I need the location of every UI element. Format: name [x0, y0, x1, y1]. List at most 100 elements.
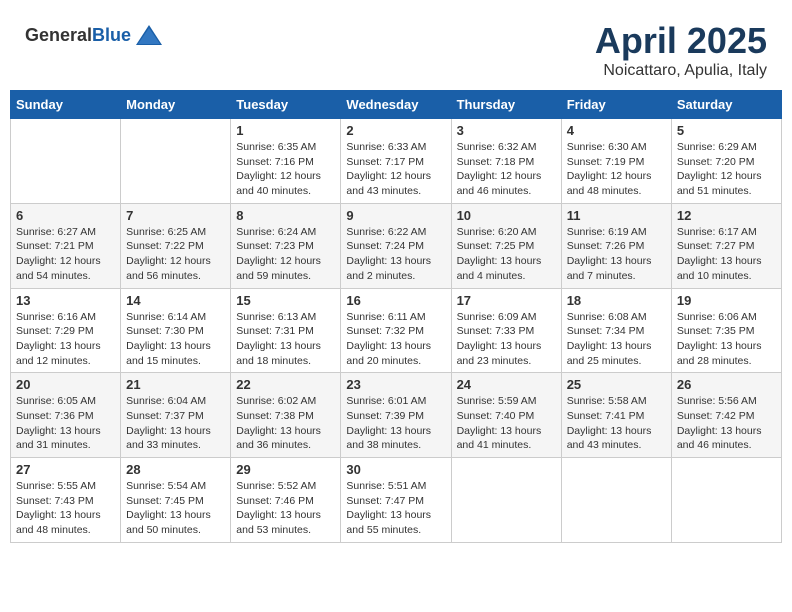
calendar-cell: 3 Sunrise: 6:32 AM Sunset: 7:18 PM Daylig… — [451, 119, 561, 204]
week-row-2: 6 Sunrise: 6:27 AM Sunset: 7:21 PM Daylig… — [11, 203, 782, 288]
day-number: 23 — [346, 377, 445, 392]
calendar-cell: 29 Sunrise: 5:52 AM Sunset: 7:46 PM Dayli… — [231, 458, 341, 543]
logo-icon — [134, 20, 164, 50]
day-number: 24 — [457, 377, 556, 392]
calendar-cell: 5 Sunrise: 6:29 AM Sunset: 7:20 PM Daylig… — [671, 119, 781, 204]
calendar-cell: 7 Sunrise: 6:25 AM Sunset: 7:22 PM Daylig… — [121, 203, 231, 288]
cell-info: Sunrise: 6:04 AM Sunset: 7:37 PM Dayligh… — [126, 394, 225, 453]
week-row-4: 20 Sunrise: 6:05 AM Sunset: 7:36 PM Dayli… — [11, 373, 782, 458]
calendar-cell: 1Sunrise: 6:35 AM Sunset: 7:16 PM Daylig… — [231, 119, 341, 204]
calendar-cell: 23 Sunrise: 6:01 AM Sunset: 7:39 PM Dayli… — [341, 373, 451, 458]
cell-info: Sunrise: 6:35 AM Sunset: 7:16 PM Dayligh… — [236, 140, 335, 199]
cell-info: Sunrise: 5:51 AM Sunset: 7:47 PM Dayligh… — [346, 479, 445, 538]
calendar-cell — [11, 119, 121, 204]
cell-info: Sunrise: 6:22 AM Sunset: 7:24 PM Dayligh… — [346, 225, 445, 284]
day-number: 7 — [126, 208, 225, 223]
cell-info: Sunrise: 5:59 AM Sunset: 7:40 PM Dayligh… — [457, 394, 556, 453]
weekday-header-wednesday: Wednesday — [341, 91, 451, 119]
day-number: 26 — [677, 377, 776, 392]
cell-info: Sunrise: 6:01 AM Sunset: 7:39 PM Dayligh… — [346, 394, 445, 453]
logo: GeneralBlue — [25, 20, 164, 50]
calendar-cell: 26 Sunrise: 5:56 AM Sunset: 7:42 PM Dayli… — [671, 373, 781, 458]
week-row-3: 13 Sunrise: 6:16 AM Sunset: 7:29 PM Dayli… — [11, 288, 782, 373]
calendar-cell: 12Sunrise: 6:17 AM Sunset: 7:27 PM Dayli… — [671, 203, 781, 288]
title-block: April 2025 Noicattaro, Apulia, Italy — [595, 20, 767, 80]
day-number: 15 — [236, 293, 335, 308]
cell-info: Sunrise: 6:24 AM Sunset: 7:23 PM Dayligh… — [236, 225, 335, 284]
location: Noicattaro, Apulia, Italy — [595, 62, 767, 80]
day-number: 11 — [567, 208, 666, 223]
day-number: 8 — [236, 208, 335, 223]
day-number: 3 — [457, 123, 556, 138]
day-number: 16 — [346, 293, 445, 308]
weekday-header-saturday: Saturday — [671, 91, 781, 119]
weekday-header-tuesday: Tuesday — [231, 91, 341, 119]
calendar-cell: 16Sunrise: 6:11 AM Sunset: 7:32 PM Dayli… — [341, 288, 451, 373]
cell-info: Sunrise: 6:32 AM Sunset: 7:18 PM Dayligh… — [457, 140, 556, 199]
weekday-header-monday: Monday — [121, 91, 231, 119]
cell-info: Sunrise: 6:29 AM Sunset: 7:20 PM Dayligh… — [677, 140, 776, 199]
logo-blue: Blue — [92, 25, 131, 45]
day-number: 14 — [126, 293, 225, 308]
day-number: 12 — [677, 208, 776, 223]
cell-info: Sunrise: 6:27 AM Sunset: 7:21 PM Dayligh… — [16, 225, 115, 284]
day-number: 29 — [236, 462, 335, 477]
cell-info: Sunrise: 6:08 AM Sunset: 7:34 PM Dayligh… — [567, 310, 666, 369]
calendar-cell: 24 Sunrise: 5:59 AM Sunset: 7:40 PM Dayli… — [451, 373, 561, 458]
calendar-cell: 18 Sunrise: 6:08 AM Sunset: 7:34 PM Dayli… — [561, 288, 671, 373]
cell-info: Sunrise: 5:52 AM Sunset: 7:46 PM Dayligh… — [236, 479, 335, 538]
day-number: 30 — [346, 462, 445, 477]
calendar-cell: 4 Sunrise: 6:30 AM Sunset: 7:19 PM Daylig… — [561, 119, 671, 204]
calendar-cell — [671, 458, 781, 543]
day-number: 4 — [567, 123, 666, 138]
cell-info: Sunrise: 6:20 AM Sunset: 7:25 PM Dayligh… — [457, 225, 556, 284]
day-number: 13 — [16, 293, 115, 308]
cell-info: Sunrise: 6:33 AM Sunset: 7:17 PM Dayligh… — [346, 140, 445, 199]
cell-info: Sunrise: 5:55 AM Sunset: 7:43 PM Dayligh… — [16, 479, 115, 538]
logo-general: General — [25, 25, 92, 45]
month-year: April 2025 — [595, 20, 767, 62]
calendar-cell: 6 Sunrise: 6:27 AM Sunset: 7:21 PM Daylig… — [11, 203, 121, 288]
cell-info: Sunrise: 6:02 AM Sunset: 7:38 PM Dayligh… — [236, 394, 335, 453]
cell-info: Sunrise: 5:54 AM Sunset: 7:45 PM Dayligh… — [126, 479, 225, 538]
calendar-cell: 8 Sunrise: 6:24 AM Sunset: 7:23 PM Daylig… — [231, 203, 341, 288]
calendar-cell: 22 Sunrise: 6:02 AM Sunset: 7:38 PM Dayli… — [231, 373, 341, 458]
day-number: 5 — [677, 123, 776, 138]
calendar-cell: 20 Sunrise: 6:05 AM Sunset: 7:36 PM Dayli… — [11, 373, 121, 458]
day-number: 25 — [567, 377, 666, 392]
day-number: 22 — [236, 377, 335, 392]
cell-info: Sunrise: 6:30 AM Sunset: 7:19 PM Dayligh… — [567, 140, 666, 199]
cell-info: Sunrise: 5:56 AM Sunset: 7:42 PM Dayligh… — [677, 394, 776, 453]
calendar-cell — [121, 119, 231, 204]
weekday-header-friday: Friday — [561, 91, 671, 119]
week-row-1: 1Sunrise: 6:35 AM Sunset: 7:16 PM Daylig… — [11, 119, 782, 204]
cell-info: Sunrise: 6:14 AM Sunset: 7:30 PM Dayligh… — [126, 310, 225, 369]
day-number: 17 — [457, 293, 556, 308]
cell-info: Sunrise: 6:05 AM Sunset: 7:36 PM Dayligh… — [16, 394, 115, 453]
calendar-cell: 2Sunrise: 6:33 AM Sunset: 7:17 PM Daylig… — [341, 119, 451, 204]
calendar-cell: 11 Sunrise: 6:19 AM Sunset: 7:26 PM Dayli… — [561, 203, 671, 288]
day-number: 28 — [126, 462, 225, 477]
weekday-header-sunday: Sunday — [11, 91, 121, 119]
cell-info: Sunrise: 6:13 AM Sunset: 7:31 PM Dayligh… — [236, 310, 335, 369]
day-number: 18 — [567, 293, 666, 308]
cell-info: Sunrise: 6:25 AM Sunset: 7:22 PM Dayligh… — [126, 225, 225, 284]
calendar-table: SundayMondayTuesdayWednesdayThursdayFrid… — [10, 90, 782, 543]
calendar-cell: 30 Sunrise: 5:51 AM Sunset: 7:47 PM Dayli… — [341, 458, 451, 543]
day-number: 10 — [457, 208, 556, 223]
day-number: 6 — [16, 208, 115, 223]
day-number: 19 — [677, 293, 776, 308]
weekday-header-row: SundayMondayTuesdayWednesdayThursdayFrid… — [11, 91, 782, 119]
calendar-cell — [561, 458, 671, 543]
cell-info: Sunrise: 6:19 AM Sunset: 7:26 PM Dayligh… — [567, 225, 666, 284]
week-row-5: 27Sunrise: 5:55 AM Sunset: 7:43 PM Dayli… — [11, 458, 782, 543]
calendar-cell: 17Sunrise: 6:09 AM Sunset: 7:33 PM Dayli… — [451, 288, 561, 373]
calendar-cell: 9Sunrise: 6:22 AM Sunset: 7:24 PM Daylig… — [341, 203, 451, 288]
day-number: 20 — [16, 377, 115, 392]
calendar-cell: 21 Sunrise: 6:04 AM Sunset: 7:37 PM Dayli… — [121, 373, 231, 458]
cell-info: Sunrise: 6:16 AM Sunset: 7:29 PM Dayligh… — [16, 310, 115, 369]
calendar-cell: 19Sunrise: 6:06 AM Sunset: 7:35 PM Dayli… — [671, 288, 781, 373]
calendar-cell: 15 Sunrise: 6:13 AM Sunset: 7:31 PM Dayli… — [231, 288, 341, 373]
day-number: 21 — [126, 377, 225, 392]
calendar-cell — [451, 458, 561, 543]
